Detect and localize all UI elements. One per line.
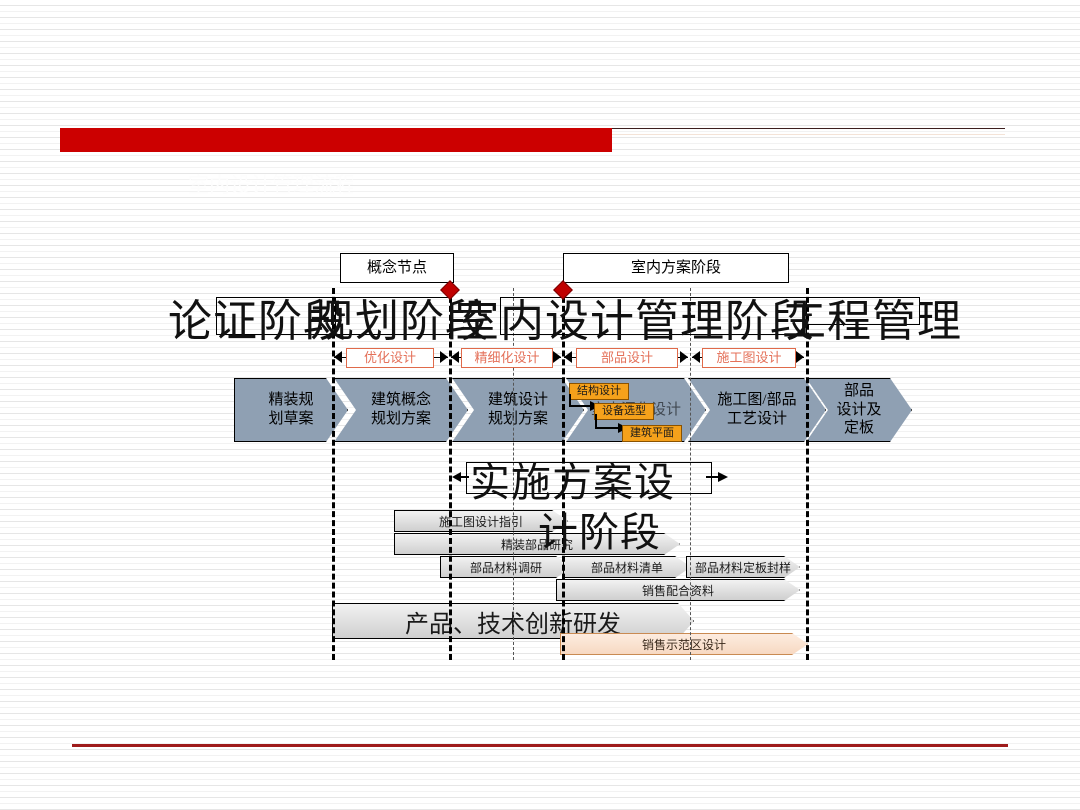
task-bar-component-material-list: 部品材料清单 bbox=[563, 556, 691, 578]
process-step-2: 建筑概念 规划方案 bbox=[334, 378, 468, 442]
span-optimization-design: 优化设计 bbox=[334, 348, 448, 368]
process-step-line1: 施工图/部品 bbox=[717, 392, 797, 409]
arrow-left-icon bbox=[564, 351, 572, 363]
span-label: 施工图设计 bbox=[702, 348, 796, 368]
span-construction-drawing-design: 施工图设计 bbox=[692, 348, 804, 368]
overlay-heading-engineering-management: 工程管理 bbox=[782, 297, 962, 346]
page-title: 室内设计管理流程 bbox=[188, 174, 353, 197]
span-component-design: 部品设计 bbox=[564, 348, 688, 368]
process-step-line2: 规划方案 bbox=[487, 411, 548, 427]
span-label: 优化设计 bbox=[346, 348, 434, 368]
callout-interior-scheme-phase: 室内方案阶段 bbox=[563, 253, 789, 283]
header-rule-secondary bbox=[612, 134, 1005, 135]
arrow-right-icon bbox=[796, 351, 804, 363]
header-rule bbox=[612, 128, 1005, 129]
slide-canvas: 室内设计管理流程 概念节点 室内方案阶段 优化设计 精细化设计 部品设计 施工图… bbox=[0, 0, 1080, 810]
callout-concept-node: 概念节点 bbox=[340, 253, 454, 283]
task-bar-sales-support-materials: 销售配合资料 bbox=[556, 579, 800, 601]
orange-tag-architectural-plan: 建筑平面 bbox=[622, 425, 682, 442]
header-accent-bar bbox=[60, 128, 612, 152]
process-step-line2: 规划方案 bbox=[370, 411, 431, 427]
span-refined-design: 精细化设计 bbox=[451, 348, 561, 368]
arrow-right-icon bbox=[680, 351, 688, 363]
overlay-heading-interior-design-management-phase: 室内设计管理阶段 bbox=[455, 297, 815, 346]
span-label: 精细化设计 bbox=[461, 348, 553, 368]
process-step-line2: 设计及 bbox=[836, 401, 882, 418]
footer-rule bbox=[72, 744, 1008, 747]
overlay-heading-implementation-line1: 实施方案设 bbox=[470, 461, 675, 505]
span-label: 部品设计 bbox=[576, 348, 678, 368]
process-step-line1: 部品 bbox=[843, 382, 874, 399]
arrow-left-icon bbox=[451, 351, 459, 363]
process-step-line2: 划草案 bbox=[268, 411, 314, 427]
process-step-1: 精装规 划草案 bbox=[234, 378, 348, 442]
arrow-left-icon bbox=[452, 472, 469, 482]
process-step-line2: 工艺设计 bbox=[726, 411, 787, 427]
task-bar-component-material-finalization: 部品材料定板封样 bbox=[686, 556, 800, 578]
process-step-line3: 定板 bbox=[843, 420, 874, 437]
arrow-right-icon bbox=[440, 351, 448, 363]
arrow-right-icon bbox=[553, 351, 561, 363]
process-step-line1: 精装规 bbox=[268, 392, 314, 409]
arrow-right-icon bbox=[706, 472, 728, 482]
process-step-line1: 建筑设计 bbox=[487, 392, 548, 409]
arrow-left-icon bbox=[334, 351, 342, 363]
task-bar-component-material-survey: 部品材料调研 bbox=[440, 556, 572, 578]
task-bar-sales-demo-area-design: 销售示范区设计 bbox=[560, 633, 808, 655]
arrow-left-icon bbox=[692, 351, 700, 363]
process-step-line1: 建筑概念 bbox=[370, 392, 431, 409]
overlay-heading-implementation-line2: 计阶段 bbox=[538, 511, 661, 555]
